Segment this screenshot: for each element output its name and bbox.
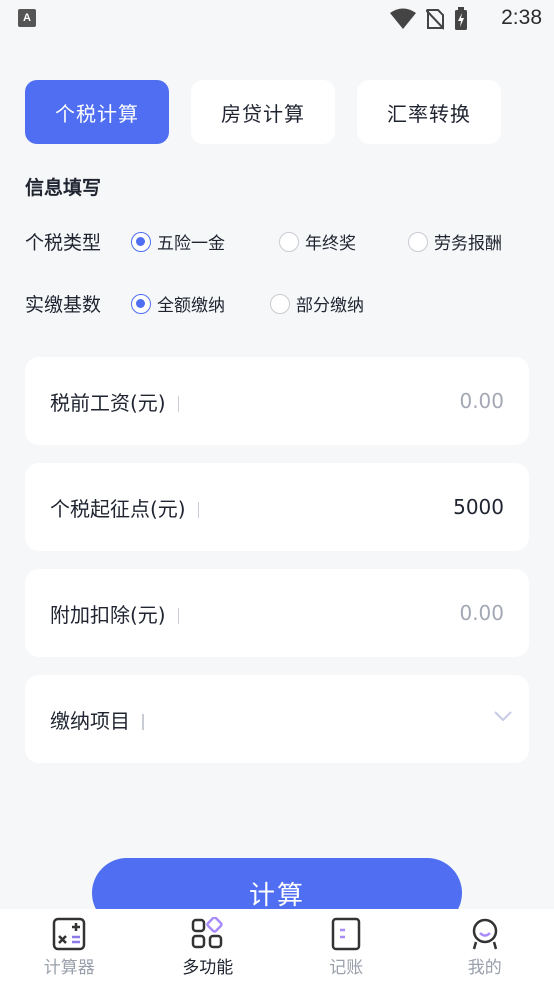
nav-item-calculator[interactable]: 计算器 [0,909,139,984]
notebook-icon [332,917,361,951]
nav-label: 计算器 [43,958,95,978]
radio-unchecked-icon [279,231,299,252]
tax-type-row: 个税类型 [25,226,131,256]
tool-tabs: 个税计算 房贷计算 汇率转换 [25,80,501,144]
profile-icon [472,918,497,950]
radio-label: 劳务报酬 [434,234,502,254]
threshold-input[interactable]: 5000 [453,495,504,519]
nav-label: 我的 [467,958,502,978]
additional-deduction-field[interactable]: 附加扣除(元) 0.00 [25,569,529,657]
radio-label: 五险一金 [157,234,225,254]
section-title: 信息填写 [25,177,102,199]
field-label: 个税起征点(元) [50,493,200,522]
threshold-field[interactable]: 个税起征点(元) 5000 [25,463,529,551]
radio-year-end-bonus[interactable]: 年终奖 [279,229,356,254]
radio-partial-payment[interactable]: 部分缴纳 [270,291,364,316]
payment-items-select[interactable]: 缴纳项目 [25,675,529,763]
no-sim-icon [426,9,444,30]
tax-type-label: 个税类型 [25,231,102,254]
radio-label: 年终奖 [305,234,356,254]
status-bar: A 2:38 [0,0,554,40]
radio-labor-remuneration[interactable]: 劳务报酬 [408,229,502,254]
radio-checked-icon [131,231,151,252]
additional-deduction-input[interactable]: 0.00 [459,601,504,625]
tab-mortgage[interactable]: 房贷计算 [191,80,335,144]
radio-label: 部分缴纳 [296,296,364,316]
radio-unchecked-icon [270,293,290,314]
radio-full-payment[interactable]: 全额缴纳 [131,291,225,316]
battery-charging-icon [455,7,467,30]
calculator-icon [53,917,86,951]
field-label: 缴纳项目 [50,705,144,734]
nav-label: 记账 [329,958,364,978]
contribution-base-label: 实缴基数 [25,293,102,316]
chevron-down-icon[interactable] [493,709,513,723]
radio-label: 全额缴纳 [157,296,225,316]
nav-item-multi-function[interactable]: 多功能 [139,909,278,984]
radio-social-insurance[interactable]: 五险一金 [131,229,225,254]
contribution-base-row: 实缴基数 [25,288,131,318]
radio-checked-icon [131,293,151,314]
nav-item-bookkeeping[interactable]: 记账 [277,909,416,984]
app-indicator-icon: A [18,9,36,27]
field-label: 税前工资(元) [50,387,180,416]
pretax-salary-input[interactable]: 0.00 [459,389,504,413]
grid-apps-icon [191,917,223,949]
field-label: 附加扣除(元) [50,599,180,628]
nav-label: 多功能 [182,958,234,978]
wifi-icon [390,8,416,29]
tab-income-tax[interactable]: 个税计算 [25,80,169,144]
pretax-salary-field[interactable]: 税前工资(元) 0.00 [25,357,529,445]
tab-exchange-rate[interactable]: 汇率转换 [357,80,501,144]
status-time: 2:38 [501,6,542,29]
bottom-nav: 计算器 多功能 记账 我的 [0,909,554,984]
nav-item-profile[interactable]: 我的 [416,909,554,984]
radio-unchecked-icon [408,231,428,252]
status-icons [390,7,468,31]
